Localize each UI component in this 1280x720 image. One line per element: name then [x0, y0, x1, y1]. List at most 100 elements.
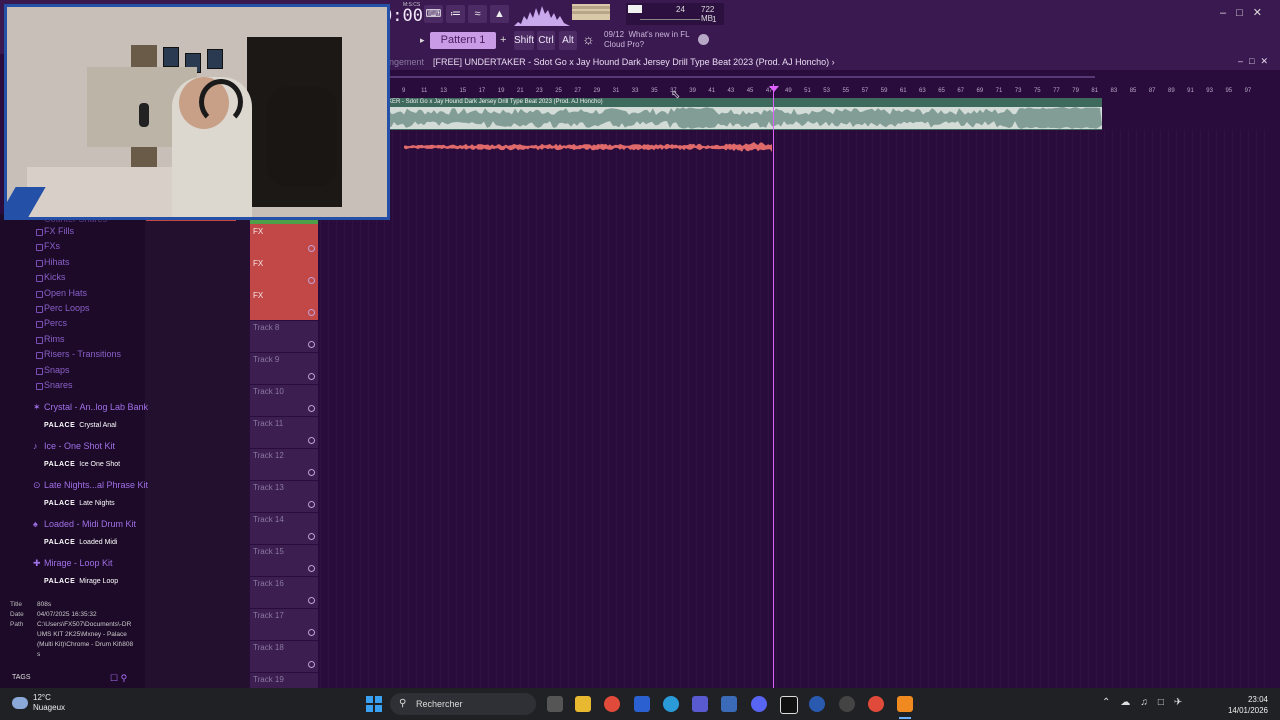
browser-pack[interactable]: Crystal - An..log Lab Bank — [44, 402, 148, 412]
pack-entry[interactable]: PALACE Late Nights — [44, 500, 115, 507]
track-activity-icon[interactable] — [308, 501, 315, 508]
ruler-tick: 27 — [574, 88, 582, 94]
track-activity-icon[interactable] — [308, 405, 315, 412]
browser-folder[interactable]: FXs — [35, 241, 60, 252]
track-activity-icon[interactable] — [308, 373, 315, 380]
browser-folder[interactable]: Open Hats — [35, 288, 87, 298]
browser-folder[interactable]: Perc Loops — [36, 303, 90, 313]
pack-entry[interactable]: PALACE Mirage Loop — [44, 578, 118, 585]
track-header[interactable]: Track 9 — [250, 352, 318, 385]
track-activity-icon[interactable] — [308, 245, 315, 252]
teams-icon[interactable] — [692, 696, 708, 712]
track-activity-icon[interactable] — [308, 437, 315, 444]
track-header[interactable]: Track 16 — [250, 576, 318, 609]
window-controls[interactable]: –□✕ — [1220, 6, 1272, 19]
browser-folder[interactable]: Risers - Transitions — [35, 349, 121, 360]
track-activity-icon[interactable] — [308, 533, 315, 540]
chrome-profile-icon[interactable] — [868, 696, 884, 712]
ruler-tick: 63 — [919, 88, 926, 94]
pack-entry[interactable]: PALACE Loaded Midi — [44, 539, 117, 546]
metronome-icon[interactable]: ▲ — [490, 5, 509, 23]
add-pattern-icon[interactable]: + — [500, 34, 506, 46]
browser-folder[interactable]: Kicks — [36, 272, 66, 283]
browser-pack[interactable]: Ice - One Shot Kit — [44, 441, 115, 451]
ctrl-button[interactable]: Ctrl — [537, 31, 555, 50]
track-activity-icon[interactable] — [308, 309, 315, 316]
track-header[interactable]: FX — [250, 224, 318, 257]
track-activity-icon[interactable] — [308, 565, 315, 572]
wait-icon[interactable]: ≈ — [468, 5, 487, 23]
audio-clip[interactable]: KER - Sdot Go x Jay Hound Dark Jersey Dr… — [386, 98, 1102, 130]
track-header[interactable]: Track 17 — [250, 608, 318, 641]
timeline-ruler[interactable]: 9 11 13 15 17 19 21 23 25 27 29 31 33 35 37 39 41 43 45 47 4… — [385, 86, 1265, 98]
shift-button[interactable]: Shift — [514, 31, 534, 50]
tags-search-icon[interactable]: ☐ ⚲ — [110, 673, 127, 684]
track-header[interactable]: Track 14 — [250, 512, 318, 545]
pattern-arrow-icon[interactable]: ▸ — [420, 35, 425, 46]
track-activity-icon[interactable] — [308, 341, 315, 348]
browser-folder[interactable]: Snaps — [36, 365, 70, 375]
track-header[interactable]: Track 12 — [250, 448, 318, 481]
chrome-icon[interactable] — [604, 696, 620, 712]
store-icon[interactable] — [721, 696, 737, 712]
pen-app-icon[interactable] — [634, 696, 650, 712]
windows-start-icon[interactable] — [366, 696, 382, 712]
track-header[interactable]: Track 18 — [250, 640, 318, 673]
step-icon[interactable]: ≔ — [446, 5, 465, 23]
discord-icon[interactable] — [751, 696, 767, 712]
system-tray[interactable]: ⌃☁♫□✈ — [1102, 697, 1192, 708]
track-name: Track 15 — [253, 547, 284, 556]
capcut-icon[interactable] — [780, 696, 798, 714]
playlist-grid[interactable] — [320, 130, 1270, 688]
playlist-title[interactable]: [FREE] UNDERTAKER - Sdot Go x Jay Hound … — [433, 57, 835, 67]
track-activity-icon[interactable] — [308, 469, 315, 476]
alt-button[interactable]: Alt — [559, 31, 577, 50]
file-explorer-icon[interactable] — [575, 696, 591, 712]
browser-folder[interactable]: FX Fills — [36, 226, 74, 236]
obs-icon[interactable] — [839, 696, 855, 712]
browser-pack[interactable]: Late Nights...al Phrase Kit — [44, 480, 148, 490]
pack-entry[interactable]: PALACE Ice One Shot — [44, 461, 120, 468]
track-header[interactable]: Track 8 — [250, 320, 318, 353]
track-activity-icon[interactable] — [308, 277, 315, 284]
news-icon[interactable]: ☼ — [582, 31, 595, 47]
track-header[interactable]: FX — [250, 256, 318, 289]
playlist-window-controls[interactable]: –□✕ — [1238, 56, 1274, 67]
keyboard-icon[interactable]: ⌨ — [424, 5, 443, 23]
news-panel[interactable]: 09/12 What's new in FL Cloud Pro? — [604, 30, 690, 50]
track-header[interactable]: Track 13 — [250, 480, 318, 513]
taskbar-clock[interactable]: 23:04 14/01/2026 — [1218, 694, 1268, 716]
pack-entry[interactable]: PALACE Crystal Anal — [44, 422, 117, 429]
pattern-selector[interactable]: Pattern 1 — [430, 32, 496, 49]
track-header[interactable]: FX — [250, 288, 318, 321]
browser-pack[interactable]: Loaded - Midi Drum Kit — [44, 519, 136, 529]
browser-folder[interactable]: Hihats — [36, 257, 70, 267]
edge-icon[interactable] — [663, 696, 679, 712]
weather-widget[interactable]: 12°C Nuageux — [33, 693, 65, 713]
tags-label[interactable]: TAGS — [12, 674, 31, 681]
track-activity-icon[interactable] — [308, 661, 315, 668]
recording-waveform[interactable] — [404, 141, 772, 153]
pack-sub: Mirage Loop — [79, 578, 119, 585]
browser-folder[interactable]: Snares — [36, 380, 73, 390]
pack-icon: ✚ — [33, 558, 41, 568]
browser-pack[interactable]: Mirage - Loop Kit — [44, 558, 113, 568]
task-view-icon[interactable] — [547, 696, 563, 712]
time-format-label: M:S:CS — [403, 2, 421, 8]
playlist-scrollbar[interactable] — [385, 76, 1095, 78]
playhead[interactable] — [773, 84, 774, 688]
track-header[interactable]: Track 10 — [250, 384, 318, 417]
word-icon[interactable] — [809, 696, 825, 712]
taskbar-search[interactable]: ⚲ Rechercher — [390, 693, 536, 715]
track-activity-icon[interactable] — [308, 629, 315, 636]
browser-folder[interactable]: Percs — [35, 318, 67, 329]
track-header[interactable]: Track 15 — [250, 544, 318, 577]
track-activity-icon[interactable] — [308, 597, 315, 604]
fl-studio-icon[interactable] — [897, 696, 913, 712]
pack-sub: Ice One Shot — [79, 461, 121, 468]
track-header[interactable]: Track 11 — [250, 416, 318, 449]
playhead-marker-icon[interactable] — [769, 86, 779, 92]
browser-folder[interactable]: Rims — [36, 334, 65, 344]
online-icon[interactable] — [698, 34, 709, 45]
weather-icon[interactable] — [12, 697, 28, 709]
